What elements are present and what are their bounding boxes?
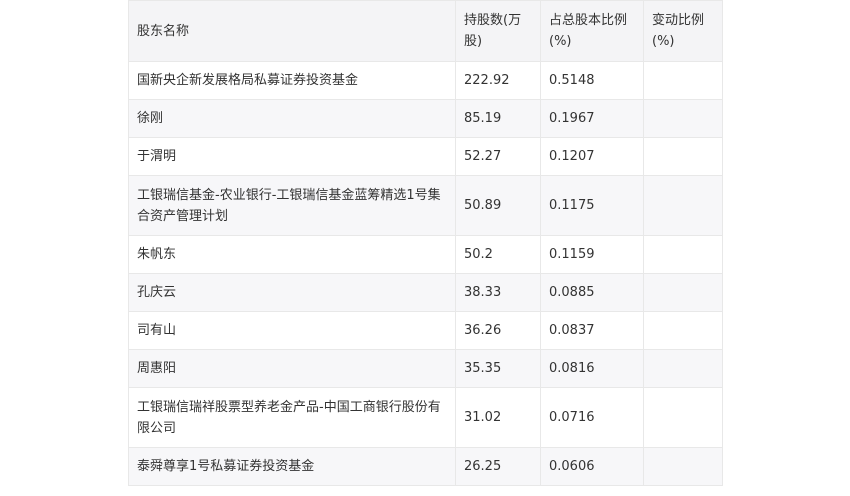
header-shareholder-name: 股东名称 [128,0,456,62]
cell-name: 于渭明 [128,137,456,176]
table-row: 工银瑞信瑞祥股票型养老金产品-中国工商银行股份有限公司 31.02 0.0716 [128,387,723,448]
shareholder-table: 股东名称 持股数(万股) 占总股本比例(%) 变动比例(%) 国新央企新发展格局… [128,0,723,486]
cell-name: 泰舜尊享1号私募证券投资基金 [128,447,456,486]
cell-name: 周惠阳 [128,349,456,388]
cell-shares: 50.2 [455,235,541,274]
cell-shares: 31.02 [455,387,541,448]
table-row: 国新央企新发展格局私募证券投资基金 222.92 0.5148 [128,61,723,100]
cell-ratio: 0.0606 [540,447,644,486]
table-row: 于渭明 52.27 0.1207 [128,137,723,176]
cell-change [643,99,723,138]
cell-shares: 26.25 [455,447,541,486]
cell-change [643,137,723,176]
cell-ratio: 0.1967 [540,99,644,138]
cell-change [643,175,723,236]
cell-change [643,273,723,312]
cell-ratio: 0.0716 [540,387,644,448]
cell-change [643,311,723,350]
table-row: 徐刚 85.19 0.1967 [128,99,723,138]
cell-name: 朱帆东 [128,235,456,274]
cell-shares: 35.35 [455,349,541,388]
table-row: 孔庆云 38.33 0.0885 [128,273,723,312]
table-row: 朱帆东 50.2 0.1159 [128,235,723,274]
cell-ratio: 0.1175 [540,175,644,236]
cell-ratio: 0.1159 [540,235,644,274]
cell-name: 孔庆云 [128,273,456,312]
table-row: 周惠阳 35.35 0.0816 [128,349,723,388]
shareholder-table-container: 股东名称 持股数(万股) 占总股本比例(%) 变动比例(%) 国新央企新发展格局… [128,0,723,486]
table-row: 司有山 36.26 0.0837 [128,311,723,350]
cell-ratio: 0.0885 [540,273,644,312]
cell-change [643,447,723,486]
cell-name: 徐刚 [128,99,456,138]
cell-name: 司有山 [128,311,456,350]
table-row: 泰舜尊享1号私募证券投资基金 26.25 0.0606 [128,447,723,486]
cell-ratio: 0.5148 [540,61,644,100]
cell-ratio: 0.0816 [540,349,644,388]
cell-change [643,387,723,448]
cell-shares: 52.27 [455,137,541,176]
cell-shares: 36.26 [455,311,541,350]
table-row: 工银瑞信基金-农业银行-工银瑞信基金蓝筹精选1号集合资产管理计划 50.89 0… [128,175,723,236]
header-shares-held: 持股数(万股) [455,0,541,62]
cell-ratio: 0.1207 [540,137,644,176]
cell-change [643,235,723,274]
cell-name: 国新央企新发展格局私募证券投资基金 [128,61,456,100]
cell-shares: 38.33 [455,273,541,312]
cell-change [643,349,723,388]
cell-shares: 85.19 [455,99,541,138]
table-header-row: 股东名称 持股数(万股) 占总股本比例(%) 变动比例(%) [128,0,723,62]
cell-shares: 50.89 [455,175,541,236]
cell-ratio: 0.0837 [540,311,644,350]
header-share-ratio: 占总股本比例(%) [540,0,644,62]
cell-change [643,61,723,100]
header-change-ratio: 变动比例(%) [643,0,723,62]
cell-shares: 222.92 [455,61,541,100]
cell-name: 工银瑞信瑞祥股票型养老金产品-中国工商银行股份有限公司 [128,387,456,448]
cell-name: 工银瑞信基金-农业银行-工银瑞信基金蓝筹精选1号集合资产管理计划 [128,175,456,236]
